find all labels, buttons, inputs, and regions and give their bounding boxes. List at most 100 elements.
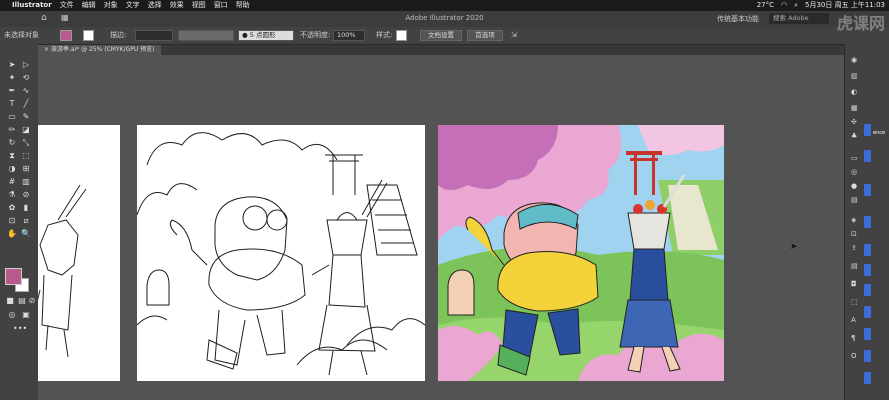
menu-select[interactable]: 选择 — [148, 0, 162, 11]
layers-icon[interactable]: ◈ — [851, 216, 861, 224]
lasso-tool-icon[interactable]: ⟲ — [21, 73, 31, 83]
artboard-3[interactable] — [438, 125, 724, 381]
menu-app-name[interactable]: Illustrator — [12, 0, 52, 11]
character-icon[interactable]: A — [851, 316, 861, 324]
menu-edit[interactable]: 编辑 — [82, 0, 96, 11]
blend-tool-icon[interactable]: ⊘ — [21, 190, 31, 200]
shape-builder-icon[interactable]: ◑ — [7, 164, 17, 174]
artboard-2[interactable] — [136, 125, 426, 381]
swatches-icon[interactable]: ▦ — [851, 104, 861, 112]
fill-swatch[interactable] — [60, 30, 72, 41]
canvas-area[interactable]: ➤ — [33, 55, 844, 400]
right-panel-dock: ◉ ▥ ◐ ▦ ✣ ♣ ence ▭ ◎ ● ▤ ◈ ⊡ ⇪ ▤ ◘ ⬚ A ¶… — [844, 44, 889, 400]
arrange-icon[interactable]: ⇲ — [511, 30, 517, 41]
transparency-icon[interactable]: ● — [851, 182, 861, 190]
selection-tool-icon[interactable]: ➤ — [7, 60, 17, 70]
style-label: 样式: — [376, 31, 393, 39]
menu-view[interactable]: 视图 — [192, 0, 206, 11]
panel-marker-7 — [864, 284, 871, 296]
menu-window[interactable]: 窗口 — [214, 0, 228, 11]
direct-selection-tool-icon[interactable]: ▷ — [21, 60, 31, 70]
hand-tool-icon[interactable]: ✋ — [7, 229, 17, 239]
artboard-1[interactable] — [33, 125, 120, 381]
width-tool-icon[interactable]: ⧗ — [7, 151, 17, 161]
search-icon[interactable]: ⌕ — [794, 0, 798, 11]
properties-icon[interactable]: ◉ — [851, 56, 861, 64]
opentype-icon[interactable]: O — [851, 352, 861, 360]
tools-panel: ➤ ▷ ✦ ⟲ ✒ ∿ T ╱ ▭ ✎ ✏ ◪ ↻ ⤡ ⧗ ⬚ ◑ ⊞ # ▥ … — [0, 44, 38, 400]
stroke-weight-field[interactable] — [135, 30, 173, 41]
transform-icon[interactable]: ⬚ — [851, 298, 861, 306]
brush-dot-icon: ● — [242, 31, 248, 39]
align-icon[interactable]: ▤ — [851, 262, 861, 270]
workspace-switcher[interactable]: 传统基本功能 — [717, 14, 759, 24]
symbol-sprayer-icon[interactable]: ✿ — [7, 203, 17, 213]
edit-toolbar-icon[interactable]: ••• — [13, 324, 27, 334]
none-mode-icon[interactable]: ⊘ — [27, 296, 37, 306]
rectangle-tool-icon[interactable]: ▭ — [7, 112, 17, 122]
menu-object[interactable]: 对象 — [104, 0, 118, 11]
app-title-bar: ⌂ ▦ Adobe Illustrator 2020 传统基本功能 搜索 Ado… — [0, 11, 889, 27]
column-graph-icon[interactable]: ▮ — [21, 203, 31, 213]
panel-label: ence — [873, 130, 886, 136]
perspective-grid-icon[interactable]: ⊞ — [21, 164, 31, 174]
paintbrush-tool-icon[interactable]: ✎ — [21, 112, 31, 122]
selection-status: 未选择对象 — [4, 31, 39, 39]
brushes-icon[interactable]: ✣ — [851, 118, 861, 126]
mesh-tool-icon[interactable]: # — [7, 177, 17, 187]
color-mode-icon[interactable]: ■ — [5, 296, 15, 306]
menu-effect[interactable]: 效果 — [170, 0, 184, 11]
slice-tool-icon[interactable]: ⧄ — [21, 216, 31, 226]
preferences-button[interactable]: 首选项 — [467, 30, 503, 41]
brush-definition-dropdown[interactable]: ● 5 点圆形 — [238, 30, 294, 41]
pathfinder-icon[interactable]: ◘ — [851, 280, 861, 288]
artboard-tool-icon[interactable]: ⊡ — [7, 216, 17, 226]
menu-file[interactable]: 文件 — [60, 0, 74, 11]
menu-type[interactable]: 文字 — [126, 0, 140, 11]
libraries-icon[interactable]: ▥ — [851, 72, 861, 80]
panel-marker-10 — [864, 350, 871, 362]
asset-export-icon[interactable]: ⇪ — [851, 244, 861, 252]
magic-wand-icon[interactable]: ✦ — [7, 73, 17, 83]
variable-width-profile[interactable] — [178, 30, 234, 41]
curvature-tool-icon[interactable]: ∿ — [21, 86, 31, 96]
artboards-icon[interactable]: ⊡ — [851, 230, 861, 238]
pen-tool-icon[interactable]: ✒ — [7, 86, 17, 96]
free-transform-icon[interactable]: ⬚ — [21, 151, 31, 161]
panel-marker-6 — [864, 264, 871, 276]
rotate-tool-icon[interactable]: ↻ — [7, 138, 17, 148]
screen-mode-icon[interactable]: ▣ — [21, 310, 31, 320]
eraser-tool-icon[interactable]: ◪ — [21, 125, 31, 135]
tab-close-icon[interactable]: × — [44, 46, 49, 53]
fill-color-box[interactable] — [5, 268, 22, 285]
scale-tool-icon[interactable]: ⤡ — [21, 138, 31, 148]
color-icon[interactable]: ◐ — [851, 88, 861, 96]
search-adobe-field[interactable]: 搜索 Adobe — [769, 13, 829, 24]
gradient-mode-icon[interactable]: ▤ — [17, 296, 27, 306]
gradient-tool-icon[interactable]: ▥ — [21, 177, 31, 187]
eyedropper-icon[interactable]: ⚗ — [7, 190, 17, 200]
document-tab[interactable]: × 旅游季.ai* @ 25% (CMYK/GPU 预览) — [38, 45, 161, 55]
appearance-icon[interactable]: ◎ — [851, 168, 861, 176]
wifi-icon[interactable]: ◠ — [781, 0, 787, 11]
panel-marker-4 — [864, 216, 871, 228]
gradient-icon[interactable]: ▤ — [851, 196, 861, 204]
brush-label: 5 点圆形 — [249, 31, 276, 39]
paragraph-icon[interactable]: ¶ — [851, 334, 861, 342]
temperature-status[interactable]: 27°C — [757, 0, 774, 11]
line-tool-icon[interactable]: ╱ — [21, 99, 31, 109]
shaper-tool-icon[interactable]: ✏ — [7, 125, 17, 135]
stroke-swatch[interactable] — [83, 30, 94, 41]
zoom-tool-icon[interactable]: 🔍 — [21, 229, 31, 239]
panel-marker-5 — [864, 244, 871, 256]
type-tool-icon[interactable]: T — [7, 99, 17, 109]
graphic-style-swatch[interactable] — [396, 30, 407, 41]
document-setup-button[interactable]: 文档设置 — [420, 30, 462, 41]
opacity-field[interactable]: 100% — [333, 30, 365, 41]
graphic-styles-icon[interactable]: ▭ — [851, 154, 861, 162]
panel-marker-8 — [864, 306, 871, 318]
symbols-icon[interactable]: ♣ — [851, 132, 861, 140]
menu-help[interactable]: 帮助 — [236, 0, 250, 11]
panel-marker-11 — [864, 372, 871, 384]
draw-mode-icon[interactable]: ◎ — [7, 310, 17, 320]
